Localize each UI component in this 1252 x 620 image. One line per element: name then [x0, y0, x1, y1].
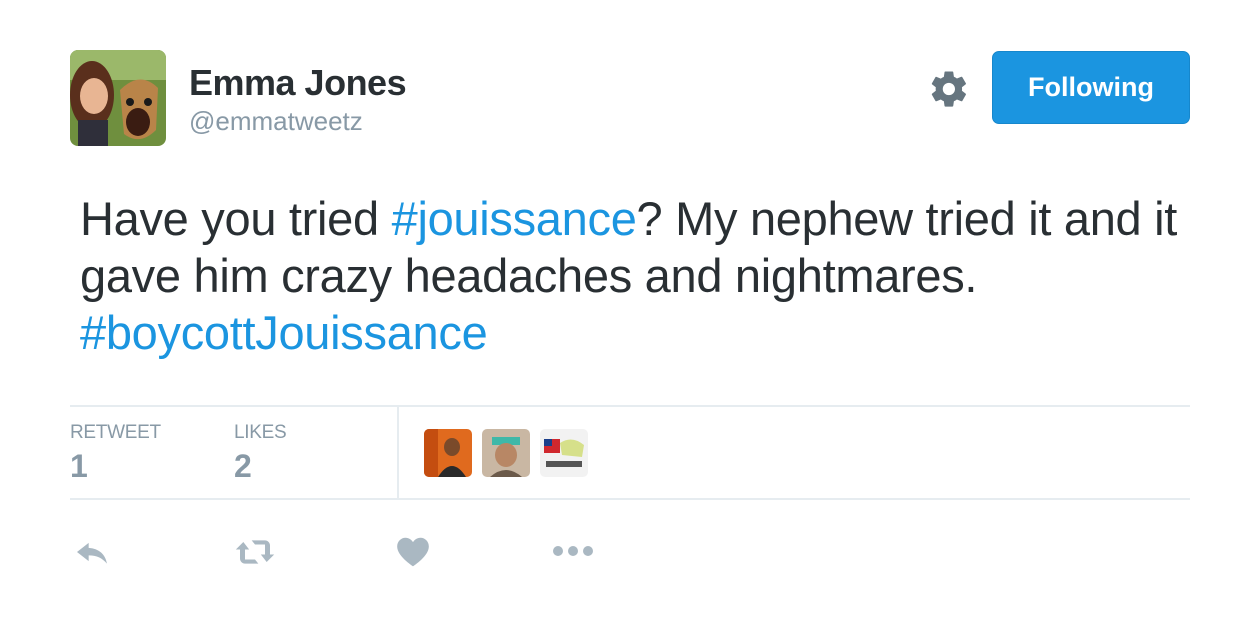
hashtag-link-boycott[interactable]: #boycottJouissance: [80, 306, 488, 359]
retweets-stat[interactable]: RETWEET 1: [70, 422, 161, 485]
settings-button[interactable]: [928, 68, 970, 110]
gear-icon: [931, 71, 966, 107]
likes-stat[interactable]: LIKES 2: [234, 422, 287, 485]
user-name[interactable]: Emma Jones: [189, 62, 407, 104]
hashtag-link-jouissance[interactable]: #jouissance: [392, 192, 637, 245]
tweet-card: Emma Jones @emmatweetz Following Have yo…: [0, 0, 1252, 620]
reply-icon: [77, 542, 107, 564]
heart-icon: [397, 537, 429, 567]
retweets-label: RETWEET: [70, 422, 161, 443]
following-button[interactable]: Following: [992, 51, 1190, 124]
avatar-photo-icon: [70, 50, 166, 146]
retweet-icon: [235, 540, 275, 564]
stats-divider-bottom: [70, 498, 1190, 500]
liker-avatar-2-icon: [482, 429, 530, 477]
stats-divider-top: [70, 405, 1190, 407]
more-dots-icon: [553, 546, 593, 556]
user-avatar[interactable]: [70, 50, 166, 146]
liker-avatar-3[interactable]: [540, 429, 588, 477]
likes-label: LIKES: [234, 422, 287, 443]
liker-avatar-2[interactable]: [482, 429, 530, 477]
tweet-text-part: Have you tried: [80, 192, 392, 245]
retweets-count: 1: [70, 448, 88, 484]
stats-divider-vertical: [397, 406, 399, 499]
likes-count: 2: [234, 448, 252, 484]
user-handle[interactable]: @emmatweetz: [189, 106, 363, 137]
liker-avatar-1[interactable]: [424, 429, 472, 477]
more-button[interactable]: [552, 532, 594, 572]
tweet-text: Have you tried #jouissance? My nephew tr…: [80, 190, 1190, 361]
liker-avatar-3-icon: [540, 429, 588, 477]
liker-avatar-1-icon: [424, 429, 472, 477]
reply-button[interactable]: [72, 532, 112, 572]
like-button[interactable]: [394, 532, 434, 572]
retweet-button[interactable]: [233, 532, 277, 572]
